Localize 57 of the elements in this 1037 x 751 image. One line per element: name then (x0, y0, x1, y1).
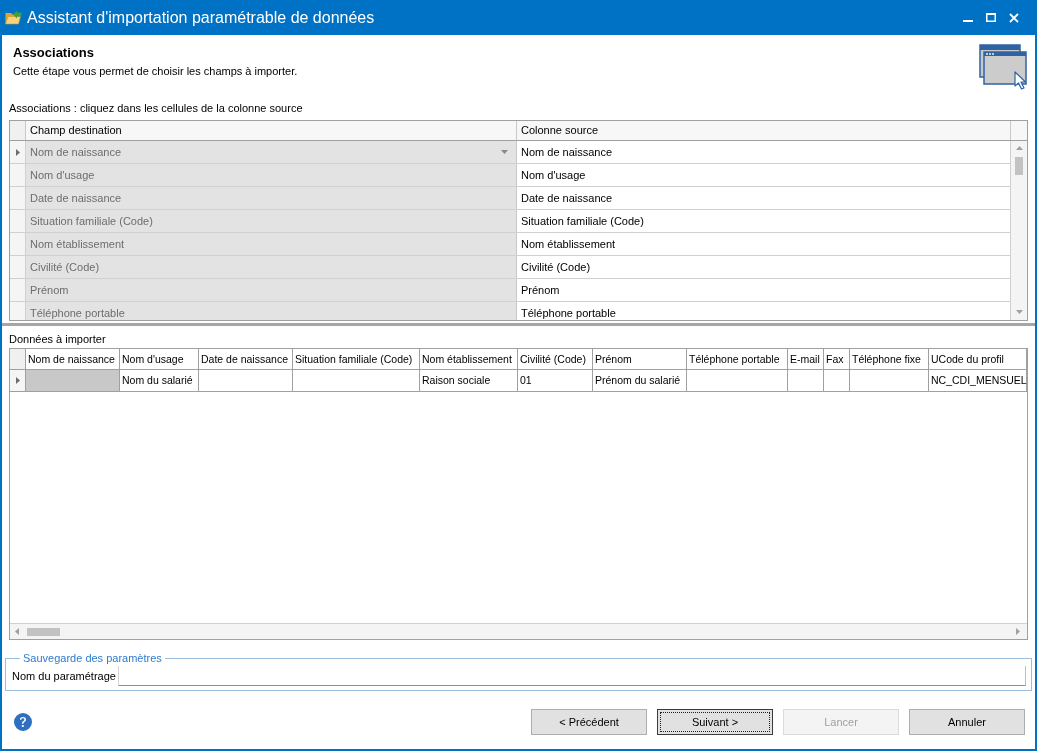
column-header: Nom d'usage (120, 349, 199, 369)
close-icon (1009, 12, 1019, 23)
table-cell: NC_CDI_MENSUEL (929, 370, 1027, 391)
table-cell: Nom d'usage (26, 164, 517, 186)
column-header: Nom de naissance (26, 349, 120, 369)
folder-icon (5, 10, 22, 25)
maximize-icon (986, 13, 996, 22)
column-header: Prénom (593, 349, 687, 369)
row-indicator-icon (15, 377, 20, 384)
column-header: Date de naissance (199, 349, 293, 369)
help-icon[interactable] (14, 713, 32, 731)
column-header: Situation familiale (Code) (293, 349, 420, 369)
step-title: Associations (13, 45, 94, 61)
dropdown-field[interactable]: Nom de naissance (26, 141, 517, 163)
scroll-down-icon[interactable] (1015, 310, 1023, 314)
column-header: E-mail (788, 349, 824, 369)
table-cell: Situation familiale (Code) (26, 210, 517, 232)
wizard-button[interactable]: Annuler (909, 709, 1025, 735)
table-cell: Civilité (Code) (26, 256, 517, 278)
scroll-left-icon[interactable] (15, 628, 19, 635)
step-description: Cette étape vous permet de choisir les champs à importer. (13, 65, 298, 78)
scroll-right-icon[interactable] (1016, 628, 1020, 635)
column-header: Nom établissement (420, 349, 518, 369)
minimize-icon (963, 19, 973, 22)
wizard-button[interactable]: < Précédent (531, 709, 647, 735)
section-label: Associations : cliquez dans les cellules de la colonne source (9, 102, 303, 115)
vertical-scrollbar[interactable] (1010, 141, 1027, 320)
wizard-button[interactable]: Suivant > (657, 709, 773, 735)
group-legend: Sauvegarde des paramètres (20, 652, 165, 665)
scrollbar-thumb[interactable] (27, 627, 60, 636)
row-selector[interactable] (10, 141, 26, 163)
windows-cursor-icon (979, 44, 1029, 90)
table-cell: Prénom du salarié (593, 370, 687, 391)
table-cell: Prénom (26, 279, 517, 301)
table-cell: Téléphone portable (26, 302, 517, 320)
table-cell: 01 (518, 370, 593, 391)
scroll-up-icon[interactable] (1015, 146, 1023, 150)
column-header: Fax (824, 349, 850, 369)
dropdown-caret-icon[interactable] (501, 150, 508, 154)
table-cell: Date de naissance (26, 187, 517, 209)
input-field[interactable] (118, 666, 1026, 686)
section-label: Données à importer (9, 333, 106, 346)
column-header: Colonne source (517, 121, 1011, 140)
table-cell: Nom établissement (26, 233, 517, 255)
field-label: Nom du paramétrage (12, 669, 117, 683)
window-title: Assistant d'importation paramétrable de données (27, 7, 375, 28)
column-header: Champ destination (26, 121, 517, 140)
row-selector[interactable] (10, 370, 26, 391)
table-cell: Nom du salarié (120, 370, 199, 391)
column-header: Téléphone fixe (850, 349, 929, 369)
column-header: UCode du profil (929, 349, 1027, 369)
horizontal-scrollbar[interactable] (10, 623, 1027, 639)
scrollbar-thumb[interactable] (1015, 157, 1023, 175)
column-header: Téléphone portable (687, 349, 788, 369)
table-cell: Raison sociale (420, 370, 518, 391)
row-indicator-icon (15, 148, 20, 156)
column-header: Civilité (Code) (518, 349, 593, 369)
